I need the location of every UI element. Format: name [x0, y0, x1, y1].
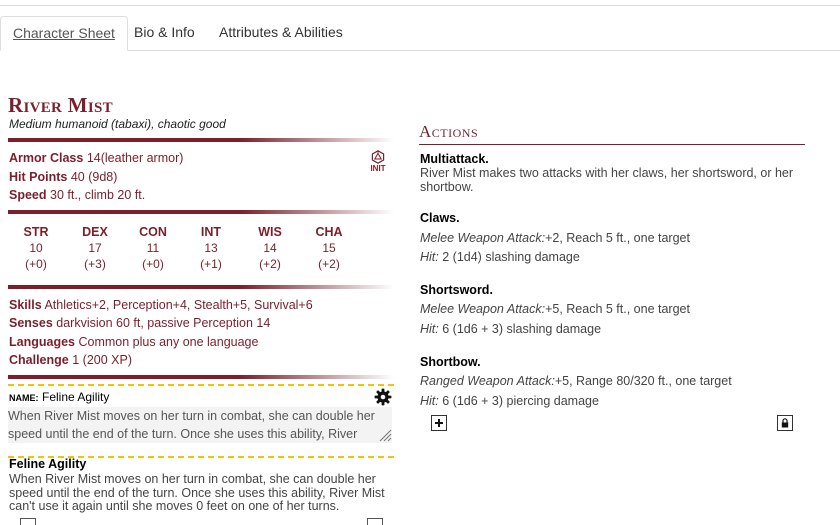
ability-score: 11	[146, 241, 160, 255]
hit-details: 2 (1d4) slashing damage	[442, 250, 580, 264]
challenge-label: Challenge	[9, 353, 69, 367]
speed: Speed 30 ft., climb 20 ft.	[9, 188, 145, 202]
action-claws-hit: Hit: 2 (1d4) slashing damage	[420, 250, 580, 264]
skills-label: Skills	[9, 298, 42, 312]
action-shortsword-attack: Melee Weapon Attack:+5, Reach 5 ft., one…	[420, 302, 690, 316]
languages: Languages Common plus any one language	[9, 335, 258, 349]
d20-icon	[371, 150, 385, 164]
ability-dex[interactable]: DEX 17 (+3)	[68, 224, 122, 272]
attack-type: Melee Weapon Attack:	[420, 231, 546, 245]
ability-label: DEX	[82, 225, 108, 239]
attack-details: +5, Reach 5 ft., one target	[545, 302, 690, 316]
attack-type: Ranged Weapon Attack:	[420, 374, 555, 388]
languages-value: Common plus any one language	[78, 335, 259, 349]
action-multiattack-desc: River Mist makes two attacks with her cl…	[420, 166, 794, 194]
action-claws-attack: Melee Weapon Attack:+2, Reach 5 ft., one…	[420, 231, 690, 245]
ability-score: 15	[322, 241, 336, 255]
speed-label: Speed	[9, 188, 47, 202]
plus-icon	[435, 419, 443, 427]
action-shortbow-hit: Hit: 6 (1d6 + 3) piercing damage	[420, 394, 599, 408]
hit-points-value: 40	[70, 170, 85, 184]
tab-bar: Character Sheet Bio & Info Attributes & …	[0, 16, 840, 51]
languages-label: Languages	[9, 335, 75, 349]
attack-details: +2, Reach 5 ft., one target	[545, 231, 690, 245]
tab-attributes-abilities[interactable]: Attributes & Abilities	[207, 16, 355, 49]
action-shortsword-hit: Hit: 6 (1d6 + 3) slashing damage	[420, 322, 601, 336]
armor-class-value: 14	[86, 151, 101, 165]
ability-wis[interactable]: WIS 14 (+2)	[243, 224, 297, 272]
add-action-button[interactable]	[431, 415, 447, 431]
lock-icon	[781, 418, 789, 428]
ability-label: STR	[23, 225, 49, 239]
trait-title: Feline Agility	[9, 457, 87, 471]
resize-handle-icon[interactable]	[378, 428, 392, 442]
gear-icon[interactable]	[374, 388, 392, 406]
action-claws-name[interactable]: Claws.	[420, 211, 460, 225]
lock-actions-button[interactable]	[777, 415, 793, 431]
actions-heading: Actions	[419, 122, 479, 141]
ability-modifier: (+0)	[25, 257, 47, 271]
divider	[8, 138, 394, 142]
ability-score: 10	[29, 241, 43, 255]
hit-details: 6 (1d6 + 3) piercing damage	[442, 394, 599, 408]
hit-points-note: (9d8)	[88, 170, 118, 184]
skills-value: Athletics+2, Perception+4, Stealth+5, Su…	[44, 298, 313, 312]
armor-class-label: Armor Class	[9, 151, 84, 165]
action-shortsword-name[interactable]: Shortsword.	[420, 283, 493, 297]
ability-modifier: (+2)	[259, 257, 281, 271]
hit-points: Hit Points 40 (9d8)	[9, 170, 117, 184]
speed-value: 30 ft., climb 20 ft.	[50, 188, 146, 202]
armor-class: Armor Class 14(leather armor)	[9, 151, 183, 165]
trait-description-textarea[interactable]: When River Mist moves on her turn in com…	[8, 407, 392, 443]
senses: Senses darkvision 60 ft, passive Percept…	[9, 316, 270, 330]
ability-score: 14	[263, 241, 277, 255]
ability-score: 13	[204, 241, 218, 255]
ability-label: CHA	[315, 225, 343, 239]
challenge: Challenge 1 (200 XP)	[9, 353, 132, 367]
initiative-roll-button[interactable]: INIT	[369, 150, 387, 173]
tab-bio-info[interactable]: Bio & Info	[122, 16, 207, 49]
trait-name-label: NAME:	[9, 393, 39, 403]
senses-label: Senses	[9, 316, 53, 330]
divider	[8, 210, 394, 214]
tab-character-sheet[interactable]: Character Sheet	[0, 16, 128, 51]
ability-label: CON	[139, 225, 167, 239]
divider	[8, 285, 394, 289]
ability-modifier: (+1)	[200, 257, 222, 271]
armor-class-note: (leather armor)	[100, 151, 184, 165]
ability-label: WIS	[258, 225, 282, 239]
trait-editor: NAME: Feline Agility When River Mist mov…	[8, 384, 394, 458]
hit-details: 6 (1d6 + 3) slashing damage	[442, 322, 602, 336]
ability-score: 17	[88, 241, 102, 255]
hit-label: Hit:	[420, 322, 439, 336]
creature-name: River Mist	[8, 93, 113, 117]
ability-str[interactable]: STR 10 (+0)	[9, 224, 63, 272]
action-multiattack-name[interactable]: Multiattack.	[420, 152, 489, 166]
skills: Skills Athletics+2, Perception+4, Stealt…	[9, 298, 313, 312]
senses-value: darkvision 60 ft, passive Perception 14	[56, 316, 271, 330]
ability-modifier: (+3)	[84, 257, 106, 271]
ability-label: INT	[200, 225, 222, 239]
divider	[8, 375, 394, 379]
attack-details: +5, Range 80/320 ft., one target	[554, 374, 732, 388]
ability-modifier: (+2)	[318, 257, 340, 271]
top-border	[0, 5, 840, 6]
hit-label: Hit:	[420, 394, 439, 408]
challenge-value: 1 (200 XP)	[72, 353, 132, 367]
hit-label: Hit:	[420, 250, 439, 264]
action-shortbow-attack: Ranged Weapon Attack:+5, Range 80/320 ft…	[420, 374, 732, 388]
ability-con[interactable]: CON 11 (+0)	[126, 224, 180, 272]
ability-cha[interactable]: CHA 15 (+2)	[302, 224, 356, 272]
ability-modifier: (+0)	[142, 257, 164, 271]
actions-divider	[419, 144, 805, 145]
attack-type: Melee Weapon Attack:	[420, 302, 546, 316]
hit-points-label: Hit Points	[9, 170, 68, 184]
initiative-label: INIT	[370, 164, 386, 173]
action-shortbow-name[interactable]: Shortbow.	[420, 355, 481, 369]
creature-subtitle: Medium humanoid (tabaxi), chaotic good	[9, 117, 226, 131]
trait-name-input[interactable]: Feline Agility	[42, 390, 242, 404]
ability-int[interactable]: INT 13 (+1)	[184, 224, 238, 272]
trait-description: When River Mist moves on her turn in com…	[9, 472, 385, 513]
